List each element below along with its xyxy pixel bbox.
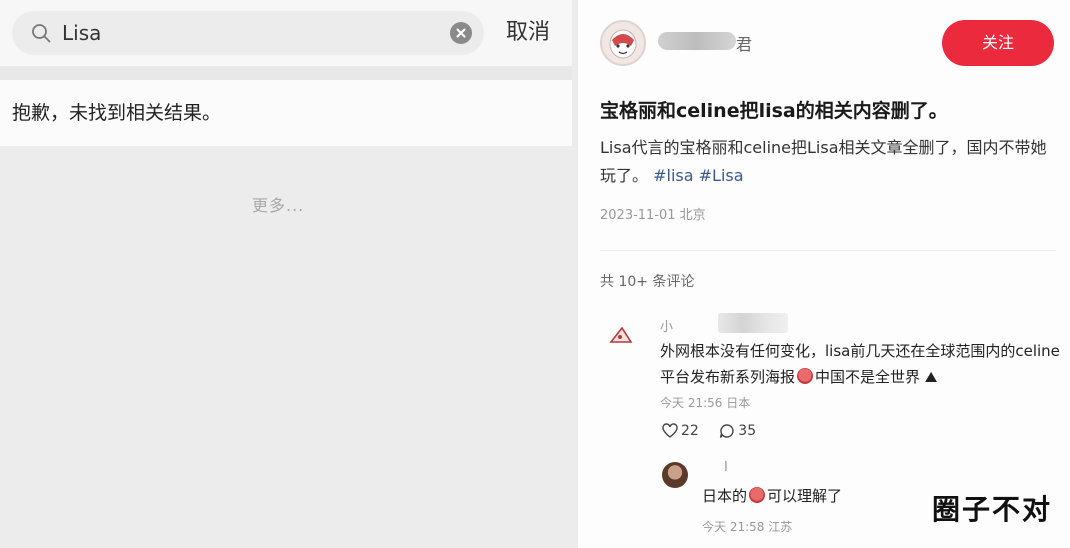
- author-name-suffix: 君: [736, 35, 753, 54]
- more-area: 更多...: [0, 146, 572, 548]
- comment-icon: [720, 424, 734, 438]
- hashtag[interactable]: #lisa: [653, 166, 693, 185]
- screenshot-root: Lisa 取消 抱歉，未找到相关结果。 更多... 君 关注 宝格丽和celin…: [0, 0, 1070, 548]
- no-result-message: 抱歉，未找到相关结果。: [0, 80, 572, 146]
- comment-count[interactable]: 共 10+ 条评论: [600, 271, 694, 291]
- pray-emoji-icon: ⛰: [920, 368, 938, 386]
- search-query-text: Lisa: [62, 21, 102, 45]
- divider: [0, 66, 572, 80]
- hashtag[interactable]: #Lisa: [699, 166, 744, 185]
- commenter-name[interactable]: 小: [660, 316, 673, 335]
- comment-actions: 22 35: [662, 423, 772, 441]
- reply-meta: 今天 21:58 江苏: [702, 520, 793, 534]
- post-body: Lisa代言的宝格丽和celine把Lisa相关文章全删了，国内不带她玩了。 #…: [600, 134, 1060, 190]
- reply-text-part: 日本的: [702, 487, 748, 505]
- post-title: 宝格丽和celine把lisa的相关内容删了。: [600, 100, 948, 122]
- watermark: 圈子不对: [931, 493, 1052, 526]
- reply-text: 日本的 可以理解了: [702, 485, 842, 506]
- divider: [600, 250, 1056, 251]
- like-count: 22: [681, 423, 699, 439]
- comment-text: 外网根本没有任何变化，lisa前几天还在全球范围内的celine平台发布新系列海…: [660, 338, 1060, 390]
- post-date-location: 2023-11-01 北京: [600, 208, 706, 223]
- comment-text-part: 中国不是全世界: [815, 368, 921, 386]
- follow-button[interactable]: 关注: [942, 20, 1054, 66]
- like-button[interactable]: 22: [662, 423, 699, 439]
- avatar-face-icon: [609, 29, 637, 59]
- clear-icon[interactable]: [450, 22, 472, 44]
- emoji-icon: [797, 368, 814, 384]
- author-name-redacted: [658, 32, 736, 50]
- no-result-text: 抱歉，未找到相关结果。: [12, 102, 222, 124]
- reply-count: 35: [738, 423, 757, 439]
- comment-meta: 今天 21:56 日本: [660, 396, 751, 410]
- emoji-icon: [749, 487, 766, 503]
- commenter-name-redacted: [718, 313, 788, 333]
- search-header: Lisa 取消: [0, 0, 572, 66]
- reply-commenter-avatar[interactable]: [662, 462, 688, 488]
- search-panel: Lisa 取消 抱歉，未找到相关结果。 更多...: [0, 0, 572, 548]
- commenter-avatar[interactable]: [608, 322, 634, 348]
- search-input[interactable]: Lisa: [12, 11, 484, 55]
- more-link[interactable]: 更多...: [252, 192, 304, 216]
- author-avatar[interactable]: [600, 20, 646, 66]
- reply-button[interactable]: 35: [719, 423, 756, 439]
- reply-text-part: 可以理解了: [767, 487, 843, 505]
- reply-commenter-name[interactable]: I: [724, 460, 728, 475]
- post-panel: 君 关注 宝格丽和celine把lisa的相关内容删了。 Lisa代言的宝格丽和…: [578, 0, 1070, 548]
- search-icon: [32, 24, 51, 43]
- cancel-button[interactable]: 取消: [506, 19, 550, 47]
- heart-icon: [662, 423, 678, 438]
